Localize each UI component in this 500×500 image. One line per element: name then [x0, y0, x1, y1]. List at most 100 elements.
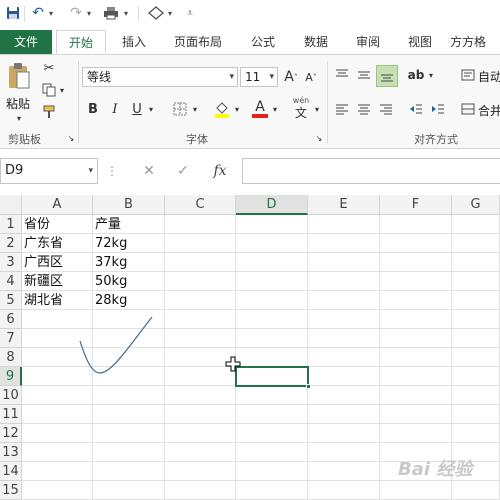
paste-dropdown-icon[interactable]: ▾: [14, 113, 24, 123]
cell-a15[interactable]: [22, 481, 93, 500]
cell-a7[interactable]: [22, 329, 93, 348]
row-header-5[interactable]: 5: [0, 291, 22, 310]
tab-review[interactable]: 审阅: [344, 30, 392, 54]
cell-d12[interactable]: [236, 424, 308, 443]
cell-f6[interactable]: [380, 310, 452, 329]
cell-f12[interactable]: [380, 424, 452, 443]
cell-b1[interactable]: 产量: [93, 215, 165, 234]
cancel-entry-button[interactable]: ✕: [138, 158, 160, 184]
cell-b4[interactable]: 50kg: [93, 272, 165, 291]
cell-c5[interactable]: [165, 291, 236, 310]
cut-icon[interactable]: ✂: [40, 59, 58, 77]
column-header-c[interactable]: C: [165, 195, 236, 215]
cell-a3[interactable]: 广西区: [22, 253, 93, 272]
grow-font-button[interactable]: A ˄: [282, 67, 300, 87]
cell-c1[interactable]: [165, 215, 236, 234]
cell-f10[interactable]: [380, 386, 452, 405]
increase-indent-icon[interactable]: [428, 99, 448, 119]
cell-e13[interactable]: [308, 443, 380, 462]
column-header-g[interactable]: G: [452, 195, 500, 215]
cell-a2[interactable]: 广东省: [22, 234, 93, 253]
redo-dropdown-icon[interactable]: ▾: [85, 3, 93, 23]
cell-b11[interactable]: [93, 405, 165, 424]
border-dropdown-icon[interactable]: ▾: [190, 101, 200, 117]
align-middle-icon[interactable]: [354, 65, 374, 85]
column-header-b[interactable]: B: [93, 195, 165, 215]
cell-b2[interactable]: 72kg: [93, 234, 165, 253]
cell-e12[interactable]: [308, 424, 380, 443]
cell-c15[interactable]: [165, 481, 236, 500]
cell-b13[interactable]: [93, 443, 165, 462]
column-header-d[interactable]: D: [236, 195, 308, 215]
cell-b3[interactable]: 37kg: [93, 253, 165, 272]
cell-e9[interactable]: [308, 367, 380, 386]
copy-dropdown-icon[interactable]: ▾: [58, 83, 66, 97]
cell-e7[interactable]: [308, 329, 380, 348]
cell-g12[interactable]: [452, 424, 500, 443]
fill-color-dropdown-icon[interactable]: ▾: [232, 101, 242, 117]
cell-d5[interactable]: [236, 291, 308, 310]
row-header-10[interactable]: 10: [0, 386, 22, 405]
tab-formulas[interactable]: 公式: [240, 30, 286, 54]
shrink-font-button[interactable]: A ˅: [302, 67, 320, 87]
cell-c7[interactable]: [165, 329, 236, 348]
undo-dropdown-icon[interactable]: ▾: [47, 3, 55, 23]
cell-e15[interactable]: [308, 481, 380, 500]
tab-home[interactable]: 开始: [56, 30, 106, 54]
cell-c2[interactable]: [165, 234, 236, 253]
row-header-1[interactable]: 1: [0, 215, 22, 234]
column-header-e[interactable]: E: [308, 195, 380, 215]
copy-icon[interactable]: [40, 81, 58, 99]
cell-a14[interactable]: [22, 462, 93, 481]
row-header-12[interactable]: 12: [0, 424, 22, 443]
row-header-14[interactable]: 14: [0, 462, 22, 481]
cell-e5[interactable]: [308, 291, 380, 310]
cell-f8[interactable]: [380, 348, 452, 367]
cell-d10[interactable]: [236, 386, 308, 405]
tab-fangfang[interactable]: 方方格: [450, 30, 500, 54]
cell-g9[interactable]: [452, 367, 500, 386]
cell-g1[interactable]: [452, 215, 500, 234]
row-header-15[interactable]: 15: [0, 481, 22, 500]
cell-f3[interactable]: [380, 253, 452, 272]
cell-e2[interactable]: [308, 234, 380, 253]
cell-b6[interactable]: [93, 310, 165, 329]
cell-f7[interactable]: [380, 329, 452, 348]
cell-c13[interactable]: [165, 443, 236, 462]
wrap-text-button[interactable]: 自动: [478, 68, 500, 85]
cell-a6[interactable]: [22, 310, 93, 329]
row-header-7[interactable]: 7: [0, 329, 22, 348]
row-header-9[interactable]: 9: [0, 367, 22, 386]
cell-g11[interactable]: [452, 405, 500, 424]
cell-g6[interactable]: [452, 310, 500, 329]
cell-a11[interactable]: [22, 405, 93, 424]
shape-dropdown-icon[interactable]: ▾: [166, 3, 174, 23]
cell-c4[interactable]: [165, 272, 236, 291]
cell-g2[interactable]: [452, 234, 500, 253]
cell-b9[interactable]: [93, 367, 165, 386]
align-top-icon[interactable]: [332, 65, 352, 85]
cell-e4[interactable]: [308, 272, 380, 291]
cell-e6[interactable]: [308, 310, 380, 329]
row-header-6[interactable]: 6: [0, 310, 22, 329]
tab-view[interactable]: 视图: [396, 30, 444, 54]
cell-d15[interactable]: [236, 481, 308, 500]
fill-color-icon[interactable]: [212, 99, 232, 119]
cell-g3[interactable]: [452, 253, 500, 272]
customize-toolbar-icon[interactable]: ⩡: [184, 3, 196, 23]
cell-e3[interactable]: [308, 253, 380, 272]
cell-e14[interactable]: [308, 462, 380, 481]
orientation-icon[interactable]: ab: [406, 65, 426, 85]
phonetic-guide-icon[interactable]: wén 文: [290, 95, 312, 121]
save-icon[interactable]: [4, 3, 22, 23]
row-header-4[interactable]: 4: [0, 272, 22, 291]
cell-c6[interactable]: [165, 310, 236, 329]
cell-c12[interactable]: [165, 424, 236, 443]
underline-dropdown-icon[interactable]: ▾: [146, 101, 156, 117]
cell-b12[interactable]: [93, 424, 165, 443]
cell-a12[interactable]: [22, 424, 93, 443]
cell-a13[interactable]: [22, 443, 93, 462]
merge-cells-icon[interactable]: [460, 99, 476, 119]
bold-button[interactable]: B: [84, 99, 102, 119]
row-header-13[interactable]: 13: [0, 443, 22, 462]
